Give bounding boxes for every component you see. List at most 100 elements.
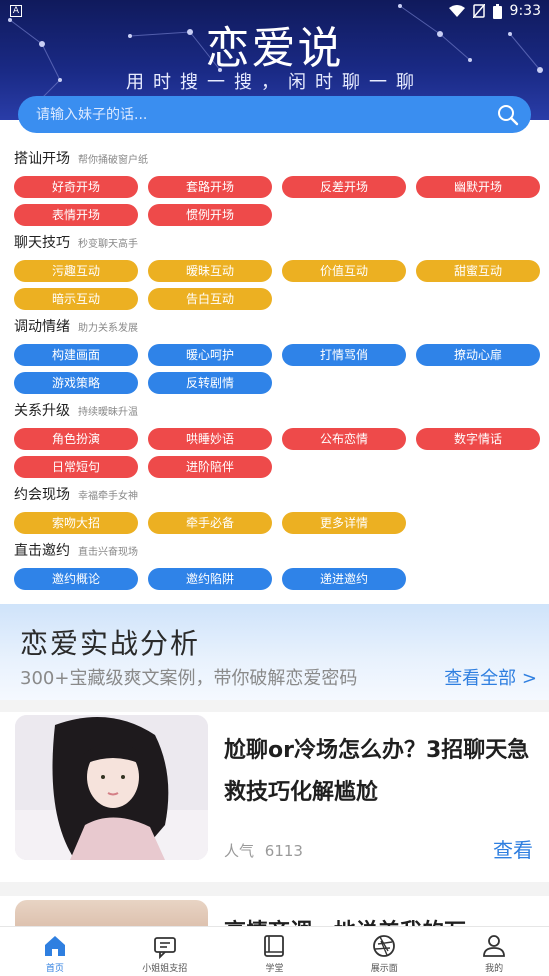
category-section: 关系升级 持续暧昧升温 角色扮演 哄睡妙语 公布恋情 数字情话 日常短句 进阶陪伴	[14, 400, 544, 478]
category-title: 调动情绪	[14, 319, 70, 335]
tag-grid: 角色扮演 哄睡妙语 公布恋情 数字情话日常短句 进阶陪伴	[14, 428, 544, 478]
article-popularity: 人气 6113	[224, 840, 303, 861]
app-title: 恋爱说	[205, 23, 344, 74]
topic-tag-button[interactable]: 告白互动	[148, 288, 272, 310]
nav-item-school[interactable]: 学堂	[220, 927, 330, 976]
app-slogan: 用时搜一搜，闲时聊一聊	[126, 72, 423, 93]
topic-tag-button[interactable]: 暗示互动	[14, 288, 138, 310]
topic-tag-button[interactable]: 暖心呵护	[148, 344, 272, 366]
tag-grid: 污趣互动 暧昧互动 价值互动 甜蜜互动暗示互动 告白互动	[14, 260, 544, 310]
nav-label: 展示面	[370, 964, 398, 974]
topic-tag-button[interactable]: 价值互动	[282, 260, 406, 282]
topic-tag-button[interactable]: 表情开场	[14, 204, 138, 226]
topic-tag-button[interactable]: 暧昧互动	[148, 260, 272, 282]
analysis-banner: 恋爱实战分析 300+宝藏级爽文案例，带你破解恋爱密码 查看全部 >	[0, 604, 549, 700]
article-card[interactable]: 尬聊or冷场怎么办？3招聊天急救技巧化解尴尬 人气 6113 查看	[0, 712, 549, 882]
article-thumbnail	[15, 900, 208, 926]
category-title: 聊天技巧	[14, 235, 70, 251]
topic-tag-button[interactable]: 游戏策略	[14, 372, 138, 394]
topic-tag-button[interactable]: 公布恋情	[282, 428, 406, 450]
article-thumbnail	[15, 715, 208, 860]
topic-tag-button[interactable]: 递进邀约	[282, 568, 406, 590]
topic-tag-button[interactable]: 牵手必备	[148, 512, 272, 534]
topic-tag-button[interactable]: 打情骂俏	[282, 344, 406, 366]
popularity-label: 人气	[224, 842, 255, 860]
topic-tag-button[interactable]: 数字情话	[416, 428, 540, 450]
topic-tag-button[interactable]: 索吻大招	[14, 512, 138, 534]
view-all-link[interactable]: 查看全部 >	[444, 664, 537, 690]
tag-grid: 好奇开场 套路开场 反差开场 幽默开场表情开场 惯例开场	[14, 176, 544, 226]
topic-tag-button[interactable]: 哄睡妙语	[148, 428, 272, 450]
topic-tag-button[interactable]: 污趣互动	[14, 260, 138, 282]
category-subtitle: 幸福牵手女神	[78, 491, 138, 502]
nav-item-home[interactable]: 首页	[0, 927, 110, 976]
topic-tag-button[interactable]: 套路开场	[148, 176, 272, 198]
divider	[0, 700, 549, 712]
bottom-nav: 首页 小姐姐支招 学堂 展示面 我的	[0, 926, 549, 976]
category-header: 搭讪开场 帮你捅破窗户纸	[14, 148, 544, 172]
search-icon[interactable]	[497, 104, 519, 126]
category-header: 聊天技巧 秒变聊天高手	[14, 232, 544, 256]
tag-grid: 构建画面 暖心呵护 打情骂俏 撩动心扉游戏策略 反转剧情	[14, 344, 544, 394]
topic-tag-button[interactable]: 邀约陷阱	[148, 568, 272, 590]
topic-tag-button[interactable]: 进阶陪伴	[148, 456, 272, 478]
category-subtitle: 直击兴奋现场	[78, 547, 138, 558]
banner-title: 恋爱实战分析	[20, 627, 201, 660]
banner-subtitle: 300+宝藏级爽文案例，带你破解恋爱密码	[20, 668, 358, 689]
topic-tag-button[interactable]: 反差开场	[282, 176, 406, 198]
book-icon	[264, 935, 285, 957]
nav-label: 首页	[45, 964, 64, 974]
category-subtitle: 秒变聊天高手	[78, 239, 138, 250]
view-button[interactable]: 查看	[493, 834, 533, 863]
category-subtitle: 帮你捅破窗户纸	[78, 155, 148, 166]
article-card[interactable]: 高情商调…地说美我的万	[0, 896, 549, 926]
topic-tag-button[interactable]: 幽默开场	[416, 176, 540, 198]
nav-label: 小姐姐支招	[142, 964, 188, 974]
popularity-value: 6113	[264, 842, 303, 860]
topic-tag-button[interactable]: 日常短句	[14, 456, 138, 478]
app-screen: A 9:33 恋爱说 用时搜一搜，闲时聊一聊 搭讪开场帮你捅破窗户纸好奇开场套路…	[0, 0, 549, 976]
article-title[interactable]: 高情商调…地说美我的万	[224, 914, 466, 926]
home-icon	[44, 936, 65, 956]
chat-bubble-icon	[153, 937, 176, 959]
category-header: 关系升级 持续暧昧升温	[14, 400, 544, 424]
topic-tag-button[interactable]: 甜蜜互动	[416, 260, 540, 282]
nav-label: 学堂	[265, 964, 284, 974]
nav-item-profile[interactable]: 我的	[439, 927, 549, 976]
search-input[interactable]	[36, 96, 476, 133]
category-subtitle: 持续暧昧升温	[78, 407, 138, 418]
topic-tag-button[interactable]: 惯例开场	[148, 204, 272, 226]
user-icon	[483, 935, 505, 957]
nav-label: 我的	[485, 964, 504, 974]
category-header: 调动情绪 助力关系发展	[14, 316, 544, 340]
tag-grid: 邀约概论 邀约陷阱 递进邀约	[14, 568, 544, 590]
category-title: 搭讪开场	[14, 151, 70, 167]
category-subtitle: 助力关系发展	[78, 323, 138, 334]
category-section: 约会现场 幸福牵手女神 索吻大招 牵手必备 更多详情	[14, 484, 544, 534]
topic-tag-button[interactable]: 构建画面	[14, 344, 138, 366]
category-section: 搭讪开场 帮你捅破窗户纸 好奇开场 套路开场 反差开场 幽默开场 表情开场 惯例开场	[14, 148, 544, 226]
tag-grid: 索吻大招 牵手必备 更多详情	[14, 512, 544, 534]
search-bar[interactable]	[18, 96, 531, 133]
topic-tag-button[interactable]: 好奇开场	[14, 176, 138, 198]
category-section: 直击邀约 直击兴奋现场 邀约概论 邀约陷阱 递进邀约	[14, 540, 544, 590]
nav-item-tips[interactable]: 小姐姐支招	[110, 927, 220, 976]
topic-tag-button[interactable]: 角色扮演	[14, 428, 138, 450]
article-title[interactable]: 尬聊or冷场怎么办？3招聊天急救技巧化解尴尬	[224, 730, 539, 814]
divider	[0, 882, 549, 896]
category-section: 聊天技巧 秒变聊天高手 污趣互动 暧昧互动 价值互动 甜蜜互动 暗示互动 告白互动	[14, 232, 544, 310]
topic-tag-button[interactable]: 邀约概论	[14, 568, 138, 590]
topic-tag-button[interactable]: 撩动心扉	[416, 344, 540, 366]
category-section: 调动情绪 助力关系发展 构建画面 暖心呵护 打情骂俏 撩动心扉 游戏策略 反转剧情	[14, 316, 544, 394]
topic-tag-button[interactable]: 反转剧情	[148, 372, 272, 394]
category-title: 关系升级	[14, 403, 70, 419]
category-title: 直击邀约	[14, 543, 70, 559]
category-header: 直击邀约 直击兴奋现场	[14, 540, 544, 564]
aperture-icon	[373, 935, 396, 957]
nav-item-showcase[interactable]: 展示面	[329, 927, 439, 976]
article-photo	[15, 715, 208, 860]
category-list: 搭讪开场 帮你捅破窗户纸 好奇开场 套路开场 反差开场 幽默开场 表情开场 惯例开场 聊天技巧秒…	[14, 148, 544, 596]
category-header: 约会现场 幸福牵手女神	[14, 484, 544, 508]
category-title: 约会现场	[14, 487, 70, 503]
topic-tag-button[interactable]: 更多详情	[282, 512, 406, 534]
